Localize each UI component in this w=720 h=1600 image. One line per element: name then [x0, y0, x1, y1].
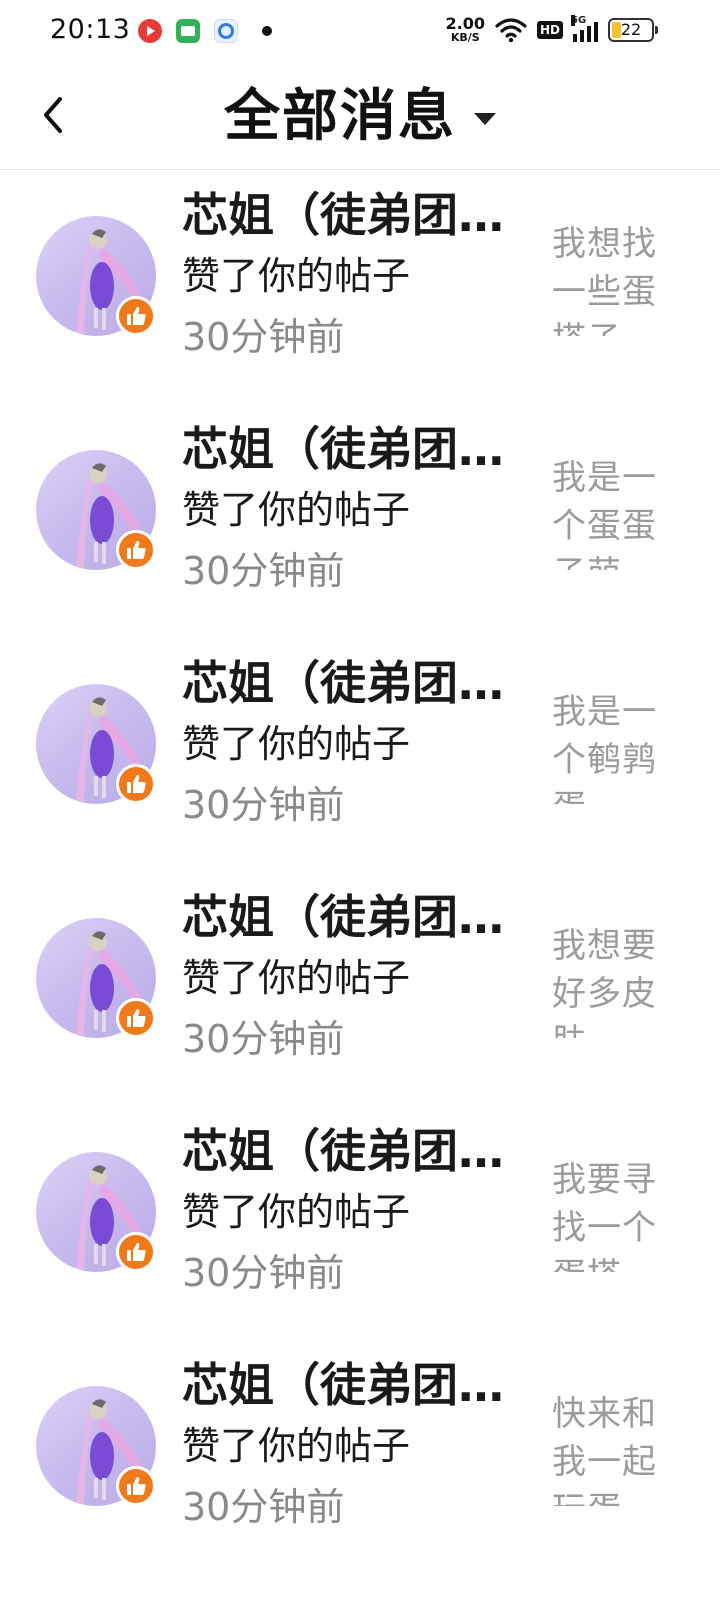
like-badge [116, 764, 156, 804]
battery-level: 22 [620, 20, 642, 39]
thumbs-up-icon [127, 775, 146, 793]
sender-name[interactable]: 芯姐（徒弟团… [182, 184, 532, 246]
like-badge [116, 530, 156, 570]
message-texts: 芯姐（徒弟团… 赞了你的帖子 30分钟前 [182, 184, 532, 368]
message-list: 芯姐（徒弟团… 赞了你的帖子 30分钟前 我想找一些蛋搭子 [0, 170, 720, 1574]
thumbs-up-icon [127, 1009, 146, 1027]
post-preview[interactable]: 我想要好多皮肤 [552, 922, 660, 1038]
message-time: 30分钟前 [182, 549, 345, 593]
video-app-icon [138, 19, 162, 43]
message-texts: 芯姐（徒弟团… 赞了你的帖子 30分钟前 [182, 652, 532, 836]
message-action: 赞了你的帖子 [182, 488, 411, 532]
notification-icons [138, 19, 272, 43]
network-type: 5G [571, 14, 587, 26]
message-filter-dropdown[interactable]: 全部消息 [0, 82, 720, 152]
caret-down-icon [474, 113, 496, 125]
message-item[interactable]: 芯姐（徒弟团… 赞了你的帖子 30分钟前 我要寻找一个蛋搭 [0, 1106, 720, 1340]
message-item[interactable]: 芯姐（徒弟团… 赞了你的帖子 30分钟前 我想要好多皮肤 [0, 872, 720, 1106]
post-preview[interactable]: 我要寻找一个蛋搭 [552, 1156, 660, 1272]
sender-name[interactable]: 芯姐（徒弟团… [182, 886, 532, 948]
thumbs-up-icon [127, 307, 146, 325]
post-preview[interactable]: 我是一个蛋蛋子萌 [552, 454, 660, 570]
message-item[interactable]: 芯姐（徒弟团… 赞了你的帖子 30分钟前 快来和我一起玩蛋 [0, 1340, 720, 1574]
page-title: 全部消息 [224, 84, 456, 149]
like-badge [116, 1466, 156, 1506]
message-action: 赞了你的帖子 [182, 956, 411, 1000]
message-time: 30分钟前 [182, 1251, 345, 1295]
post-preview[interactable]: 我想找一些蛋搭子 [552, 220, 660, 336]
message-item[interactable]: 芯姐（徒弟团… 赞了你的帖子 30分钟前 我是一个蛋蛋子萌 [0, 404, 720, 638]
message-time: 30分钟前 [182, 1017, 345, 1061]
message-texts: 芯姐（徒弟团… 赞了你的帖子 30分钟前 [182, 1120, 532, 1304]
network-speed: 2.00 KB/S [445, 14, 485, 44]
status-bar: 20:13 2.00 KB/S HD 5G 22 [0, 0, 720, 64]
browser-app-icon [214, 19, 238, 43]
system-icons: 2.00 KB/S HD 5G 22 [445, 14, 658, 44]
message-action: 赞了你的帖子 [182, 1424, 411, 1468]
header: 全部消息 [0, 64, 720, 170]
more-notifications-icon [262, 26, 272, 36]
message-action: 赞了你的帖子 [182, 722, 411, 766]
thumbs-up-icon [127, 1477, 146, 1495]
message-action: 赞了你的帖子 [182, 1190, 411, 1234]
message-texts: 芯姐（徒弟团… 赞了你的帖子 30分钟前 [182, 886, 532, 1070]
message-item[interactable]: 芯姐（徒弟团… 赞了你的帖子 30分钟前 我想找一些蛋搭子 [0, 170, 720, 404]
network-speed-unit: KB/S [450, 31, 480, 44]
message-item[interactable]: 芯姐（徒弟团… 赞了你的帖子 30分钟前 我是一个鹌鹑蛋 [0, 638, 720, 872]
message-time: 30分钟前 [182, 1485, 345, 1529]
message-time: 30分钟前 [182, 315, 345, 359]
like-badge [116, 998, 156, 1038]
thumbs-up-icon [127, 541, 146, 559]
message-app-icon [176, 19, 200, 43]
sender-name[interactable]: 芯姐（徒弟团… [182, 1120, 532, 1182]
post-preview[interactable]: 我是一个鹌鹑蛋 [552, 688, 660, 804]
network-speed-value: 2.00 [445, 14, 485, 33]
message-texts: 芯姐（徒弟团… 赞了你的帖子 30分钟前 [182, 1354, 532, 1538]
thumbs-up-icon [127, 1243, 146, 1261]
hd-badge: HD [536, 20, 563, 39]
signal-icon: 5G [571, 14, 598, 42]
message-texts: 芯姐（徒弟团… 赞了你的帖子 30分钟前 [182, 418, 532, 602]
sender-name[interactable]: 芯姐（徒弟团… [182, 1354, 532, 1416]
wifi-icon [495, 17, 527, 42]
message-action: 赞了你的帖子 [182, 254, 411, 298]
sender-name[interactable]: 芯姐（徒弟团… [182, 418, 532, 480]
status-time: 20:13 [50, 14, 131, 45]
message-time: 30分钟前 [182, 783, 345, 827]
sender-name[interactable]: 芯姐（徒弟团… [182, 652, 532, 714]
post-preview[interactable]: 快来和我一起玩蛋 [552, 1390, 660, 1506]
like-badge [116, 1232, 156, 1272]
battery-icon: 22 [608, 17, 658, 42]
like-badge [116, 296, 156, 336]
